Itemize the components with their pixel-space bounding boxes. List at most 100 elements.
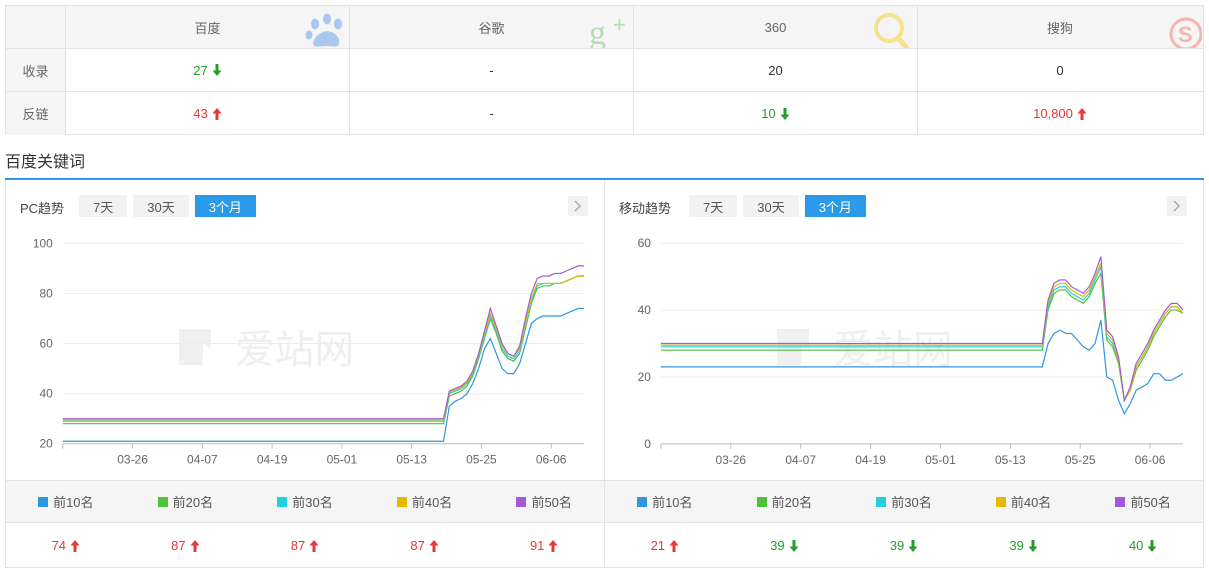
legend-swatch (756, 496, 767, 507)
legend-item-top30[interactable]: 前30名 (245, 481, 365, 522)
value-top10: 74 (6, 523, 126, 568)
value-row: 74 87 87 87 91 (6, 523, 604, 568)
baidu-paw-icon (305, 13, 342, 47)
tab-3-months[interactable]: 3个月 (194, 195, 256, 217)
legend-item-top40[interactable]: 前40名 (964, 481, 1084, 522)
legend-label: 前40名 (1010, 495, 1052, 510)
y-tick-label: 20 (638, 370, 652, 384)
tab-30-days[interactable]: 30天 (133, 195, 189, 217)
legend-item-top20[interactable]: 前20名 (126, 481, 246, 522)
arrow-up-icon (1077, 107, 1087, 120)
legend-item-top10[interactable]: 前10名 (6, 481, 126, 522)
legend-item-top20[interactable]: 前20名 (725, 481, 845, 522)
corner-cell (6, 6, 66, 48)
legend-swatch (38, 496, 49, 507)
value-top20: 39 (725, 523, 845, 568)
legend-item-top40[interactable]: 前40名 (365, 481, 485, 522)
tab-3-months[interactable]: 3个月 (804, 195, 866, 217)
range-tabs: 7天 30天 3个月 (689, 195, 866, 217)
legend-label: 前20名 (771, 495, 813, 510)
engine-name: 搜狗 (1046, 20, 1073, 36)
arrow-up-icon (669, 539, 679, 552)
watermark-text: 爱站网 (235, 327, 355, 373)
panel-title: PC趋势 (20, 201, 65, 216)
legend-item-top10[interactable]: 前10名 (605, 481, 725, 522)
tab-7-days[interactable]: 7天 (79, 195, 128, 217)
value-top50: 91 (484, 523, 604, 568)
panel-title: 移动趋势 (619, 201, 672, 216)
engine-header-360: 360 (634, 6, 918, 48)
engine-header-google: 谷歌 g + (350, 6, 634, 48)
legend-label: 前30名 (891, 495, 932, 510)
tab-30-days[interactable]: 30天 (743, 195, 799, 217)
x-tick-label: 06-06 (1135, 453, 1166, 467)
engine-name: 360 (764, 19, 787, 35)
google-fanlian-value: - (489, 106, 494, 121)
legend-item-top50[interactable]: 前50名 (1083, 481, 1203, 522)
pc-trend-panel: PC趋势 7天 30天 3个月 爱站网 20 40 60 80 100 03-26 04-07… (5, 180, 605, 568)
legend-label: 前10名 (652, 495, 693, 510)
sogou-fanlian-cell: 10,800 (918, 92, 1202, 135)
watermark: 爱站网 (179, 327, 354, 373)
legend-row: 前10名 前20名 前30名 前40名 前50名 (605, 480, 1203, 523)
value-top30: 87 (245, 523, 365, 568)
engine-row-shoulu: 收录 27 - 20 0 (6, 49, 1203, 92)
engine-row-fanlian: 反链 43 - 10 10,800 (6, 92, 1203, 135)
pc-trend-chart: 爱站网 20 40 60 80 100 03-26 04-07 04-19 05-01 05-13 0… (33, 236, 585, 467)
arrow-up-icon (70, 539, 80, 552)
legend-item-top30[interactable]: 前30名 (844, 481, 964, 522)
legend-swatch (157, 496, 168, 507)
legend-row: 前10名 前20名 前30名 前40名 前50名 (6, 480, 604, 523)
legend-swatch (637, 496, 648, 507)
sogou-shoulu-cell: 0 (918, 49, 1202, 91)
section-title: 百度关键词 (5, 154, 86, 171)
google-shoulu-cell: - (350, 49, 634, 91)
x-tick-label: 04-07 (785, 453, 816, 467)
svg-text:S: S (1178, 22, 1193, 47)
row-label-shoulu: 收录 (6, 49, 66, 91)
engine-stats-table: 百度 谷歌 g + 360 搜狗 S 收录 27 - 20 0 反链 43 - … (5, 5, 1204, 135)
sogou-s-icon: S (1169, 17, 1202, 48)
x-tick-label: 06-06 (536, 453, 567, 467)
engine-header-sogou: 搜狗 S (918, 6, 1202, 48)
x-tick-label: 04-19 (257, 453, 288, 467)
baidu-shoulu-value: 27 (193, 63, 222, 78)
value-top40: 39 (964, 523, 1084, 568)
y-tick-label: 80 (40, 286, 54, 300)
chevron-right-icon (574, 200, 582, 212)
tab-7-days[interactable]: 7天 (689, 195, 738, 217)
legend-item-top50[interactable]: 前50名 (484, 481, 604, 522)
arrow-down-icon (212, 64, 222, 76)
value-row: 21 39 39 39 40 (605, 523, 1203, 568)
google-plus-icon: g + (589, 12, 626, 48)
legend-swatch (1115, 496, 1126, 507)
baidu-fanlian-value: 43 (193, 106, 222, 121)
baidu-shoulu-cell: 27 (66, 49, 350, 91)
y-tick-label: 40 (638, 303, 652, 317)
svg-text:+: + (613, 12, 626, 37)
x-tick-label: 04-19 (855, 453, 886, 467)
magnifier-icon (874, 13, 910, 48)
mobile-trend-chart: 爱站网020406003-26 04-07 04-19 05-01 05-13 05-25… (638, 236, 1184, 467)
x-tick-label: 05-01 (925, 453, 956, 467)
x-tick-label: 05-25 (466, 453, 497, 467)
arrow-up-icon (212, 107, 222, 120)
engine-name: 百度 (194, 20, 221, 36)
arrow-down-icon (1028, 539, 1038, 552)
google-shoulu-value: - (489, 62, 494, 78)
mobile-trend-panel: 移动趋势 7天 30天 3个月 爱站网 0 20 40 60 03-26 04-07 04-1… (605, 180, 1204, 568)
next-button[interactable] (568, 196, 588, 216)
legend-label: 前20名 (172, 495, 214, 510)
arrow-up-icon (190, 539, 200, 552)
value-top20: 87 (126, 523, 246, 568)
next-button[interactable] (1167, 196, 1187, 216)
legend-label: 前50名 (1130, 495, 1171, 510)
legend-label: 前10名 (53, 495, 94, 510)
arrow-down-icon (1147, 539, 1157, 552)
engine-header-row: 百度 谷歌 g + 360 搜狗 S (6, 6, 1203, 49)
x-tick-label: 04-07 (187, 453, 218, 467)
y-tick-label: 60 (40, 337, 54, 351)
x-tick-label: 05-13 (995, 453, 1026, 467)
x-tick-label: 05-01 (327, 453, 358, 467)
x-tick-label: 03-26 (715, 453, 746, 467)
